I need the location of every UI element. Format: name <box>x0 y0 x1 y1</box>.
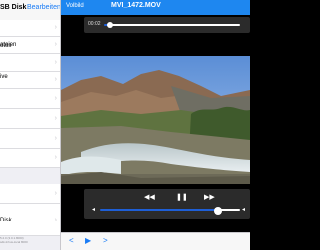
sidebar: SB Disk Bearbeiten › ateien › otos › › i… <box>0 0 61 250</box>
scrubber-knob[interactable] <box>107 22 113 28</box>
chevron-right-icon: › <box>54 24 57 31</box>
speaker-low-icon: ◂ <box>92 207 96 213</box>
video-frame[interactable] <box>61 56 250 184</box>
next-button[interactable]: > <box>103 236 108 245</box>
volume-knob[interactable] <box>214 207 222 215</box>
nav-bar: Volbild MVI_1472.MOV <box>61 0 250 15</box>
landscape-image <box>61 56 250 184</box>
edit-button[interactable]: Bearbeiten <box>27 4 60 11</box>
scrubber-track[interactable] <box>110 24 240 26</box>
sidebar-item-disk[interactable]: Disk › <box>0 204 60 224</box>
section-gap <box>0 168 60 184</box>
sidebar-item[interactable]: › <box>0 72 60 89</box>
rewind-button[interactable]: ◀◀ <box>144 193 155 201</box>
pause-button[interactable]: ❚❚ <box>176 193 188 201</box>
back-button[interactable]: Volbild <box>66 3 84 9</box>
sidebar-header: SB Disk Bearbeiten <box>0 0 60 21</box>
elapsed-time: 00:02 <box>88 21 101 27</box>
volume-level <box>100 209 216 211</box>
sidebar-item[interactable]: › <box>0 149 60 168</box>
chevron-right-icon: › <box>54 95 57 102</box>
scrubber-bar: 00:02 <box>84 17 250 33</box>
chevron-right-icon: › <box>54 190 57 197</box>
chevron-right-icon: › <box>54 59 57 66</box>
bottom-toolbar: < ▶ > <box>61 232 250 250</box>
sidebar-title: SB Disk <box>0 4 27 11</box>
sidebar-item-label: otos <box>0 43 12 49</box>
chevron-right-icon: › <box>54 76 57 83</box>
fast-forward-button[interactable]: ▶▶ <box>204 193 215 201</box>
sidebar-item-label: ive <box>0 74 8 80</box>
sidebar-item[interactable]: › <box>0 184 60 204</box>
sidebar-item[interactable] <box>0 221 60 236</box>
previous-button[interactable]: < <box>69 236 74 245</box>
chevron-right-icon: › <box>54 41 57 48</box>
chevron-right-icon: › <box>54 154 57 161</box>
chevron-right-icon: › <box>54 115 57 122</box>
sidebar-item[interactable]: › <box>0 20 60 37</box>
playback-controls: ◀◀ ❚❚ ▶▶ ◂ ◂ <box>84 189 250 219</box>
video-title: MVI_1472.MOV <box>111 2 161 9</box>
video-player: Volbild MVI_1472.MOV 00:02 ◀◀ ❚❚ ▶▶ ◂ ◂ … <box>61 0 250 250</box>
chevron-right-icon: › <box>54 135 57 142</box>
speaker-high-icon: ◂ <box>242 207 246 213</box>
play-button[interactable]: ▶ <box>85 236 91 245</box>
sidebar-item[interactable]: › <box>0 109 60 129</box>
sidebar-item-drive[interactable]: ive › <box>0 74 60 109</box>
sidebar-item-fotos[interactable]: otos › <box>0 43 60 72</box>
sidebar-item[interactable]: › <box>0 129 60 149</box>
version-footer: 5.2.0 (3.0.1.8000) sdk-Inhus-local 8000 <box>0 236 28 244</box>
